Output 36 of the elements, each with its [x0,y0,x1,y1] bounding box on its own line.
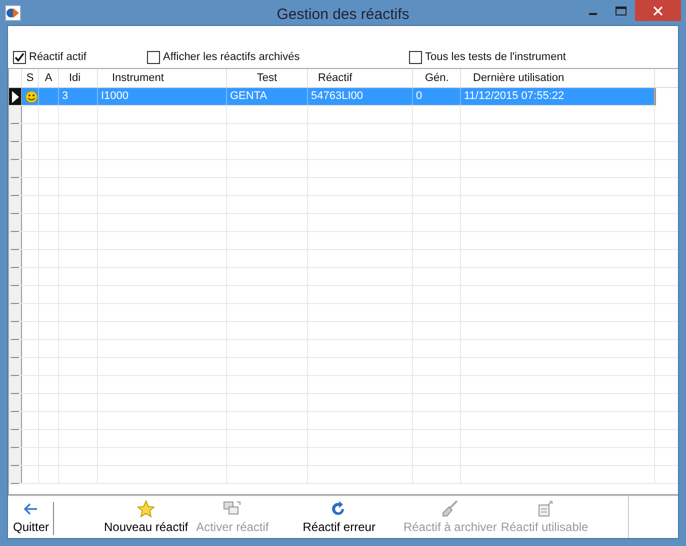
checkbox[interactable] [147,50,160,64]
smiley-icon [25,88,38,104]
row-header[interactable] [9,88,22,105]
table-cell-text: 0 [416,89,422,104]
table-cell-text: 54763LI00 [311,89,363,104]
table-cell-text: 11/12/2015 07:55:22 [464,89,564,104]
column-header[interactable]: Réactif [308,69,413,87]
column-header[interactable]: Dernière utilisation [461,69,655,87]
minimize-icon [589,12,597,14]
column-header[interactable]: S [22,69,39,87]
arrow-icon [24,503,38,515]
toolbar-button[interactable]: Réactif erreur [300,496,378,538]
column-header[interactable]: Gén. [413,69,461,87]
toolbar-button[interactable]: Quitter [11,496,52,538]
column-header[interactable]: A [39,69,59,87]
brush-icon [441,500,460,518]
document-icon [536,501,553,517]
maximize-icon [615,6,627,16]
table-cell-text: GENTA [230,89,268,104]
table-cell-text: 3 [62,89,68,104]
close-icon [653,6,663,16]
checkbox-label[interactable]: Tous les tests de l'instrument [425,51,566,63]
column-header[interactable]: Test [227,69,308,87]
toolbar-button[interactable]: Nouveau réactif [102,496,190,538]
star-icon [137,500,156,518]
column-header[interactable]: Idi [59,69,98,87]
checkbox[interactable] [409,50,422,64]
app-icon [5,4,21,20]
checkbox-label[interactable]: Réactif actif [29,51,86,63]
checkbox[interactable] [13,50,26,64]
window-title: Gestion des réactifs [276,6,410,23]
table-cell-text: I1000 [101,89,129,104]
windows-icon [223,501,242,517]
close-button[interactable] [635,0,681,21]
column-header[interactable]: Instrument [98,69,227,87]
checkbox-label[interactable]: Afficher les réactifs archivés [163,51,300,63]
